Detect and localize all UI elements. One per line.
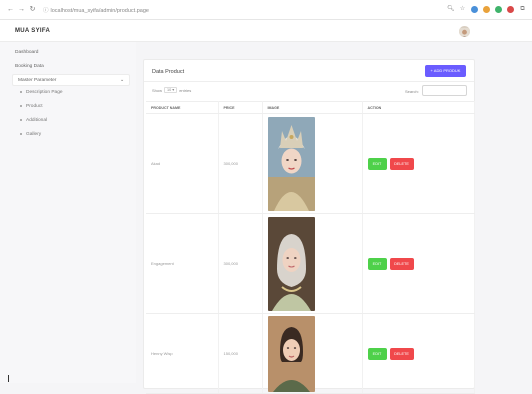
price-cell: 150,000 bbox=[218, 313, 263, 394]
search-label: Search: bbox=[405, 89, 419, 94]
column-header-action[interactable]: ACTION bbox=[362, 101, 475, 114]
data-product-card: Data Product + ADD PRODUK Show 10 ▾ entr… bbox=[143, 59, 475, 394]
brand-logo[interactable]: MUA SYIFA bbox=[15, 28, 50, 34]
bullet-icon bbox=[20, 90, 22, 93]
product-table: PRODUCT NAME PRICE IMAGE ACTION Akad 300… bbox=[146, 101, 475, 394]
edit-button[interactable]: EDIT bbox=[367, 157, 387, 170]
price-cell: 300,000 bbox=[218, 213, 263, 314]
star-icon[interactable]: ☆ bbox=[459, 6, 466, 13]
avatar[interactable] bbox=[459, 26, 470, 37]
product-image bbox=[267, 216, 315, 311]
search-input[interactable] bbox=[422, 85, 467, 96]
table-row: Akad 300,000 EDIT DELETE bbox=[146, 113, 475, 214]
edit-button[interactable]: EDIT bbox=[367, 347, 387, 360]
bullet-icon bbox=[20, 104, 22, 107]
delete-button[interactable]: DELETE bbox=[389, 157, 414, 170]
add-product-button[interactable]: + ADD PRODUK bbox=[425, 65, 466, 77]
action-cell: EDIT DELETE bbox=[362, 113, 475, 214]
table-row: Engagement 300,000 EDIT DELETE bbox=[146, 213, 475, 314]
edit-button[interactable]: EDIT bbox=[367, 257, 387, 270]
sidebar: Dashboard Booking Data Master Parameter … bbox=[0, 42, 136, 383]
entries-select[interactable]: 10 ▾ bbox=[164, 87, 178, 93]
entries-label: entries bbox=[179, 87, 192, 93]
sidebar-item-label: Product bbox=[26, 104, 43, 109]
sidebar-item-booking-data[interactable]: Booking Data bbox=[0, 60, 136, 74]
sidebar-item-product[interactable]: Product bbox=[0, 100, 136, 114]
table-row: Henny Wisp 150,000 EDIT DELETE bbox=[146, 313, 475, 394]
column-header-price[interactable]: PRICE bbox=[218, 101, 263, 114]
entries-length-control: Show 10 ▾ entries bbox=[152, 87, 191, 93]
image-cell bbox=[262, 113, 363, 214]
show-label: Show bbox=[152, 87, 163, 93]
sidebar-item-label: Gallery bbox=[26, 132, 42, 137]
product-name-cell: Engagement bbox=[146, 213, 219, 314]
url-text: localhost/mua_syifa/admin/product.page bbox=[50, 7, 149, 14]
extension-icons: 🔍︎ ☆ ⧉ bbox=[447, 6, 526, 13]
action-cell: EDIT DELETE bbox=[362, 313, 475, 394]
sidebar-item-label: Description Page bbox=[26, 90, 63, 95]
back-icon[interactable]: ← bbox=[6, 5, 15, 14]
reload-icon[interactable]: ↻ bbox=[28, 5, 37, 14]
chevron-down-icon: ⌄ bbox=[119, 78, 124, 83]
image-cell bbox=[262, 213, 363, 314]
divider bbox=[144, 81, 474, 82]
product-image bbox=[267, 315, 315, 392]
zoom-icon[interactable]: 🔍︎ bbox=[447, 6, 455, 13]
extension-icon[interactable] bbox=[507, 6, 514, 13]
table-header-row: PRODUCT NAME PRICE IMAGE ACTION bbox=[146, 101, 475, 114]
app-header: MUA SYIFA bbox=[0, 20, 532, 42]
column-header-image[interactable]: IMAGE bbox=[262, 101, 363, 114]
puzzle-icon[interactable]: ⧉ bbox=[519, 6, 526, 13]
image-cell bbox=[262, 313, 363, 394]
product-name-cell: Akad bbox=[146, 113, 219, 214]
address-bar[interactable]: ⓘ localhost/mua_syifa/admin/product.page bbox=[43, 6, 447, 14]
sidebar-item-dashboard[interactable]: Dashboard bbox=[0, 46, 136, 60]
page-title: Data Product bbox=[152, 69, 185, 75]
price-cell: 300,000 bbox=[218, 113, 263, 214]
delete-button[interactable]: DELETE bbox=[389, 257, 414, 270]
extension-icon[interactable] bbox=[471, 6, 478, 13]
extension-icon[interactable] bbox=[495, 6, 502, 13]
delete-button[interactable]: DELETE bbox=[389, 347, 414, 360]
product-image bbox=[267, 116, 315, 211]
sidebar-item-additional[interactable]: Additional bbox=[0, 114, 136, 128]
sidebar-item-label: Master Parameter bbox=[18, 78, 57, 83]
bullet-icon bbox=[20, 118, 22, 121]
extension-icon[interactable] bbox=[483, 6, 490, 13]
column-header-product-name[interactable]: PRODUCT NAME bbox=[146, 101, 219, 114]
bullet-icon bbox=[20, 132, 22, 135]
sidebar-item-description-page[interactable]: Description Page bbox=[0, 86, 136, 100]
action-cell: EDIT DELETE bbox=[362, 213, 475, 314]
forward-icon[interactable]: → bbox=[17, 5, 26, 14]
sidebar-item-gallery[interactable]: Gallery bbox=[0, 128, 136, 142]
product-name-cell: Henny Wisp bbox=[146, 313, 219, 394]
browser-toolbar: ← → ↻ ⓘ localhost/mua_syifa/admin/product… bbox=[0, 0, 532, 20]
info-icon: ⓘ bbox=[43, 7, 49, 14]
sidebar-item-label: Additional bbox=[26, 118, 48, 123]
text-cursor bbox=[8, 375, 9, 382]
sidebar-item-master-parameter[interactable]: Master Parameter ⌄ bbox=[12, 74, 130, 86]
